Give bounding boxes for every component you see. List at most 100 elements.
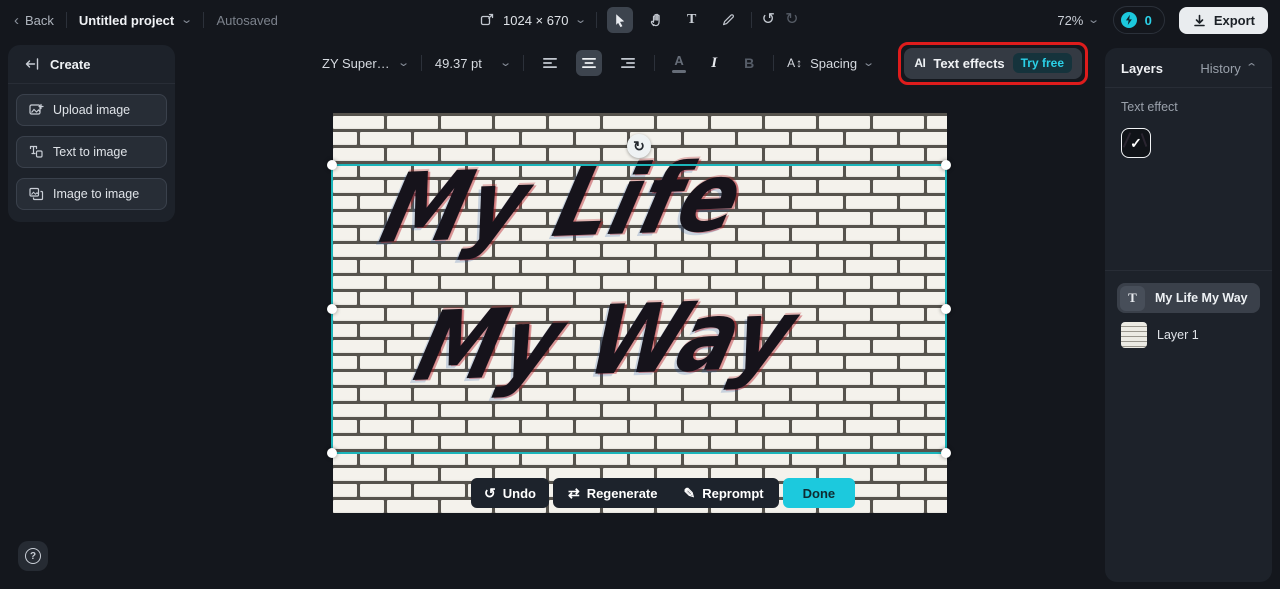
top-bar-right: 72% ⌄ 0 Export [1057,0,1268,40]
layers-title: Layers [1121,61,1163,76]
chevron-up-icon: ⌃ [1244,62,1258,74]
reprompt-label: Reprompt [702,485,764,501]
chevron-down-icon: ⌄ [499,56,512,69]
align-center-icon [582,58,597,68]
canvas-size-value: 1024 × 670 [503,12,569,28]
layer-row-image[interactable]: Layer 1 [1117,320,1260,350]
resize-handle-middle-left[interactable] [327,304,337,314]
text-to-image-button[interactable]: Text to image [16,136,167,168]
regenerate-icon: ⇄ [567,485,580,501]
text-tool-button[interactable]: T [679,7,705,33]
image-layer-thumbnail [1121,322,1147,348]
top-bar: ‹ Back Untitled project ⌄ Autosaved 1024… [0,0,1280,40]
resize-handle-middle-right[interactable] [941,304,951,314]
italic-button[interactable]: I [703,55,725,72]
canvas-size-dropdown[interactable]: 1024 × 670 ⌄ [479,12,588,28]
undo-button[interactable]: ↺ [762,12,775,28]
spacing-label: Spacing [810,55,858,71]
text-selection-box[interactable] [327,160,951,458]
text-toolbar: ZY Super… ⌄ 49.37 pt ⌄ A I B A↕ Spacing … [322,41,1088,85]
italic-icon: I [711,54,718,71]
undo-icon: ↺ [484,485,496,501]
bold-button[interactable]: B [738,55,760,71]
draw-tool-button[interactable] [715,7,741,33]
history-toggle[interactable]: History ⌃ [1200,61,1258,76]
chevron-down-icon: ⌄ [396,56,410,69]
layer-list: T My Life My Way Layer 1 [1105,271,1272,350]
hand-tool-button[interactable] [643,7,669,33]
align-left-button[interactable] [537,50,563,76]
image-to-image-label: Image to image [53,187,140,201]
text-to-image-icon [29,145,43,158]
collapse-panel-icon[interactable] [24,56,40,72]
effect-undo-button[interactable]: ↺ Undo [471,478,549,508]
divider [203,12,205,28]
help-button[interactable]: ? [18,541,48,571]
divider [523,55,525,71]
divider [595,12,597,28]
ai-icon: AI [914,56,926,70]
annotation-highlight-box: AI Text effects Try free [898,41,1088,85]
select-tool-button[interactable] [606,7,633,33]
text-effect-thumbnail-selected[interactable]: ✓ [1121,128,1151,158]
regenerate-reprompt-group: ⇄ Regenerate ✎ Reprompt [552,478,779,508]
try-free-badge: Try free [1012,53,1072,73]
regenerate-label: Regenerate [586,485,658,501]
resize-handle-bottom-right[interactable] [941,448,951,458]
rotate-handle[interactable]: ↻ [627,134,651,158]
font-family-value: ZY Super… [322,55,390,71]
project-name-menu[interactable]: Untitled project ⌄ [78,12,194,28]
text-tool-icon: T [686,12,697,27]
upload-image-button[interactable]: Upload image [16,94,167,126]
layer-name: Layer 1 [1157,328,1199,342]
image-to-image-button[interactable]: Image to image [16,178,167,210]
divider [654,55,656,71]
font-size-value: 49.37 pt [434,55,482,71]
align-right-icon [621,58,636,68]
resize-handle-top-right[interactable] [941,160,951,170]
font-size-dropdown[interactable]: 49.37 pt ⌄ [434,55,512,71]
layer-row-text[interactable]: T My Life My Way [1117,283,1260,313]
spacing-dropdown[interactable]: A↕ Spacing ⌄ [787,55,876,71]
chevron-down-icon: ⌄ [862,56,876,69]
align-right-button[interactable] [615,50,641,76]
project-title: Untitled project [78,12,175,28]
align-center-button[interactable] [576,50,603,76]
text-effect-section-label: Text effect [1121,100,1178,114]
text-effects-button[interactable]: AI Text effects Try free [904,47,1082,79]
redo-button[interactable]: ↻ [785,12,798,28]
text-layer-icon: T [1120,285,1145,311]
zoom-level: 72% [1057,12,1084,28]
done-button[interactable]: Done [782,478,856,508]
export-label: Export [1213,12,1255,28]
effect-undo-label: Undo [502,485,536,501]
resize-handle-bottom-left[interactable] [327,448,337,458]
bold-icon: B [744,55,755,71]
resize-handle-top-left[interactable] [327,160,337,170]
done-label: Done [802,485,836,501]
font-family-dropdown[interactable]: ZY Super… ⌄ [322,55,410,71]
create-panel-title: Create [50,56,91,72]
letter-spacing-icon: A↕ [787,56,804,70]
text-to-image-label: Text to image [53,145,128,159]
divider [773,55,775,71]
layers-panel: Layers History ⌃ Text effect ✓ T My Life… [1105,48,1272,582]
reprompt-button[interactable]: ✎ Reprompt [684,486,764,501]
resize-canvas-icon [479,12,495,28]
upload-image-label: Upload image [53,103,131,117]
export-button[interactable]: Export [1178,6,1268,34]
upload-image-icon [29,103,44,115]
chevron-down-icon: ⌄ [180,13,194,26]
rotate-icon: ↻ [633,137,645,154]
help-icon: ? [25,548,41,564]
layer-name: My Life My Way [1155,291,1248,305]
download-icon [1194,14,1205,26]
credits-badge[interactable]: 0 [1112,6,1165,34]
text-effects-label: Text effects [933,55,1005,71]
align-left-icon [543,58,558,68]
zoom-dropdown[interactable]: 72% ⌄ [1057,12,1100,28]
top-bar-center: 1024 × 670 ⌄ T ↺ ↻ [479,0,798,40]
text-color-button[interactable]: A [668,53,690,73]
regenerate-button[interactable]: ⇄ Regenerate [568,486,658,501]
back-button[interactable]: ‹ Back [14,13,54,28]
